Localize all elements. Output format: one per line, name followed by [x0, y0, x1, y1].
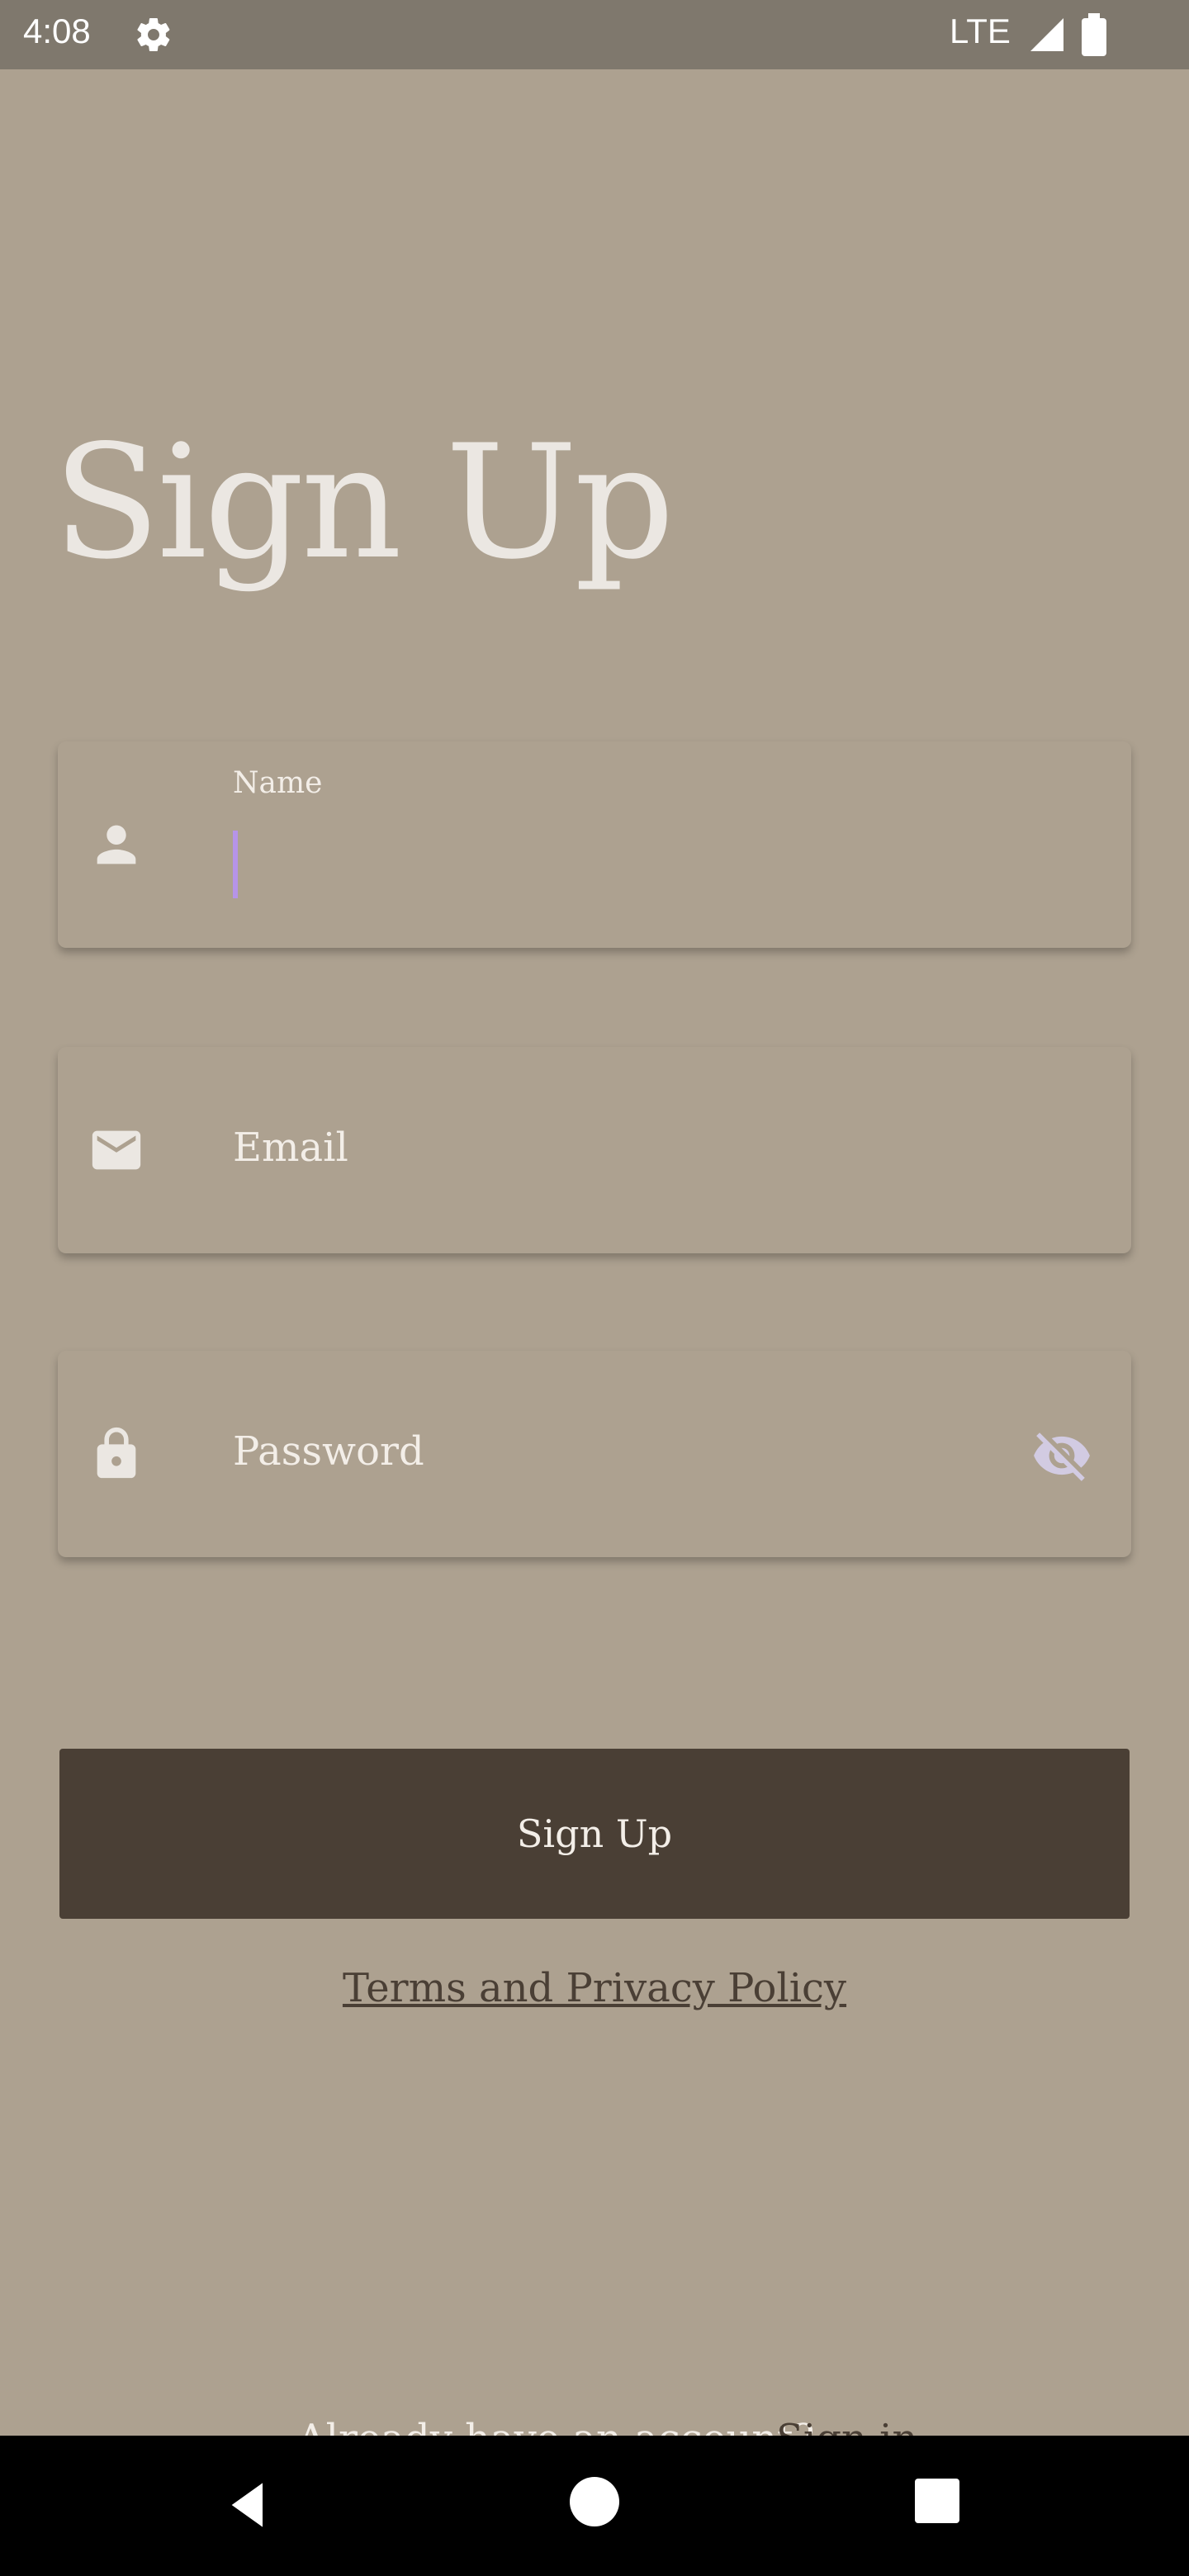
navigation-bar [0, 2436, 1189, 2576]
network-label: LTE [950, 12, 1011, 50]
name-label: Name [233, 766, 323, 800]
password-placeholder: Password [233, 1428, 424, 1475]
password-field[interactable]: Password [58, 1351, 1131, 1557]
mail-icon [92, 1130, 141, 1170]
email-field[interactable]: Email [58, 1047, 1131, 1253]
home-icon[interactable] [570, 2477, 619, 2526]
sign-up-button[interactable]: Sign Up [59, 1749, 1130, 1919]
eye-off-icon[interactable] [1029, 1425, 1095, 1486]
back-icon[interactable] [223, 2479, 276, 2531]
recents-icon[interactable] [915, 2479, 959, 2523]
signal-icon [1030, 18, 1063, 51]
signup-screen: Sign Up Name Email Password Sign Up Term… [0, 69, 1189, 2462]
status-time: 4:08 [23, 12, 91, 50]
lock-icon [97, 1427, 136, 1479]
name-field[interactable]: Name [58, 741, 1131, 948]
text-cursor [233, 831, 238, 898]
page-title: Sign Up [53, 411, 675, 594]
person-icon [97, 825, 136, 864]
status-bar: 4:08 LTE [0, 0, 1189, 69]
battery-icon [1082, 13, 1106, 56]
gear-icon [137, 18, 170, 52]
terms-link[interactable]: Terms and Privacy Policy [0, 1965, 1189, 2011]
email-placeholder: Email [233, 1125, 348, 1171]
